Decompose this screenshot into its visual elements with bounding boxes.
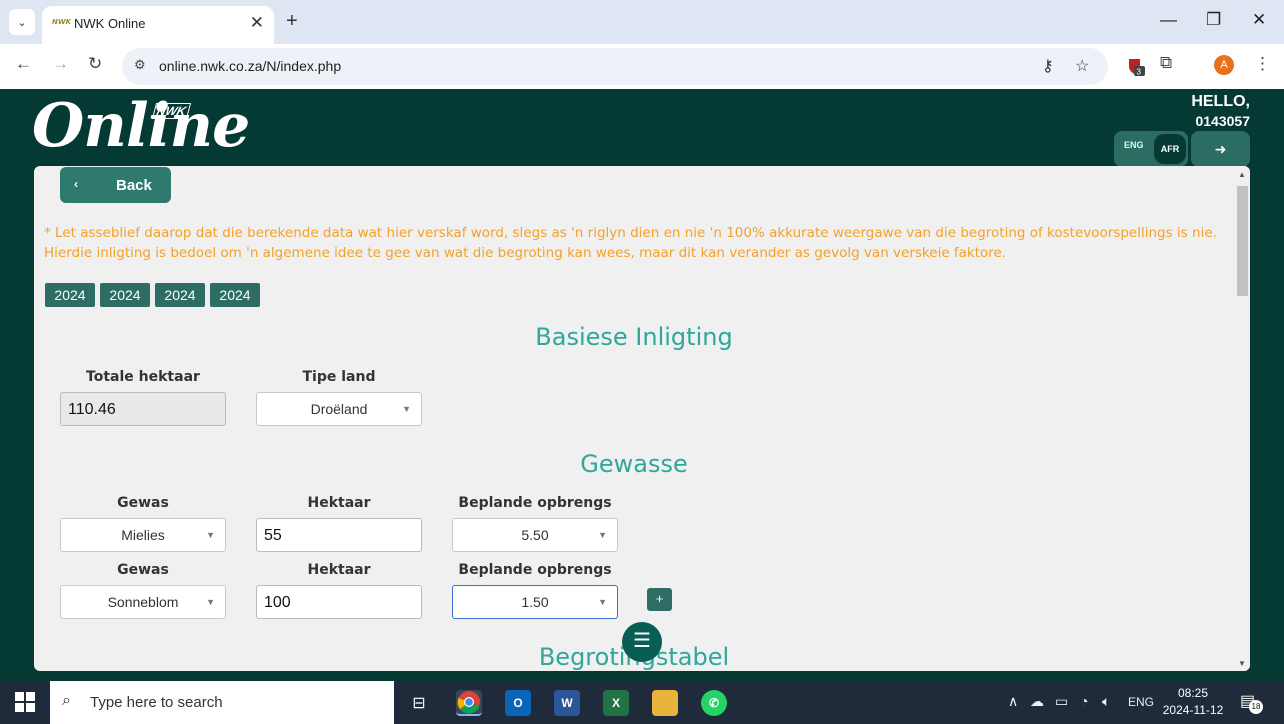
wifi-icon[interactable]: ◔ xyxy=(1080,693,1088,709)
browser-menu-icon[interactable]: ⋮ xyxy=(1254,54,1271,74)
browser-tab-bar: ⌄ NWK NWK Online ✕ + — ❐ ✕ xyxy=(0,0,1284,44)
year-buttons: 2024 2024 2024 2024 xyxy=(45,283,265,307)
browser-tab[interactable]: NWK NWK Online ✕ xyxy=(42,6,274,44)
chrome-icon[interactable] xyxy=(456,690,482,716)
caret-down-icon: ▼ xyxy=(598,597,607,607)
crop-select[interactable]: Mielies ▼ xyxy=(60,518,226,552)
close-window-icon[interactable]: ✕ xyxy=(1252,10,1266,30)
land-type-select[interactable]: Droëland ▼ xyxy=(256,392,422,426)
scroll-up-icon[interactable]: ▲ xyxy=(1238,170,1246,179)
reload-icon[interactable]: ↻ xyxy=(88,54,102,74)
menu-fab-button[interactable]: ☰ xyxy=(622,622,662,662)
restore-icon[interactable]: ❐ xyxy=(1206,10,1221,30)
notification-count: 18 xyxy=(1249,700,1263,714)
planned-yield-label: Beplande opbrengs xyxy=(458,495,612,511)
user-greeting: HELLO, 0143057 xyxy=(1191,93,1250,129)
windows-taskbar: ⌕ Type here to search ⊟ O W X ✆ ∧ ☁ ▭ ◔ … xyxy=(0,681,1284,724)
crop-label: Gewas xyxy=(117,562,169,578)
total-ha-field[interactable]: 110.46 xyxy=(60,392,226,426)
tab-search-button[interactable]: ⌄ xyxy=(9,9,35,35)
tray-overflow-icon[interactable]: ∧ xyxy=(1008,693,1018,710)
svg-text:3: 3 xyxy=(1137,68,1142,77)
chevron-left-icon: ‹ xyxy=(74,177,78,191)
hectare-input[interactable]: 100 xyxy=(256,585,422,619)
land-type-label: Tipe land xyxy=(302,369,376,385)
year-button[interactable]: 2024 xyxy=(100,283,150,307)
user-id: 0143057 xyxy=(1195,113,1250,129)
password-key-icon[interactable]: ⚷ xyxy=(1042,56,1054,76)
minimize-icon[interactable]: — xyxy=(1160,10,1177,30)
online-logo[interactable]: Online xyxy=(32,91,250,161)
disclaimer-text: * Let asseblief daarop dat die berekende… xyxy=(44,225,1217,261)
search-icon: ⌕ xyxy=(62,692,71,709)
extensions-puzzle-icon[interactable]: ⧉ xyxy=(1160,53,1172,73)
input-language[interactable]: ENG xyxy=(1128,695,1154,709)
excel-icon[interactable]: X xyxy=(603,690,629,716)
task-view-icon[interactable]: ⊟ xyxy=(406,690,432,716)
year-button[interactable]: 2024 xyxy=(45,283,95,307)
bookmark-star-icon[interactable]: ☆ xyxy=(1075,56,1089,76)
back-button[interactable]: ‹ Back xyxy=(60,167,171,203)
back-arrow-icon[interactable]: ← xyxy=(15,54,32,74)
tab-close-icon[interactable]: ✕ xyxy=(250,13,264,33)
planned-yield-select[interactable]: 5.50 ▼ xyxy=(452,518,618,552)
logout-button[interactable]: ➜ xyxy=(1191,131,1250,167)
logout-icon: ➜ xyxy=(1214,140,1227,157)
nwk-logo-badge: NWK xyxy=(151,103,191,119)
crop-label: Gewas xyxy=(117,495,169,511)
word-icon[interactable]: W xyxy=(554,690,580,716)
caret-down-icon: ▼ xyxy=(402,404,411,414)
nwk-favicon-icon: NWK xyxy=(52,18,72,26)
taskbar-clock[interactable]: 08:25 2024-11-12 xyxy=(1162,685,1224,719)
year-button[interactable]: 2024 xyxy=(210,283,260,307)
planned-yield-label: Beplande opbrengs xyxy=(458,562,612,578)
extension-shield-icon[interactable]: 3 xyxy=(1126,56,1146,77)
new-tab-icon[interactable]: + xyxy=(286,10,298,33)
volume-icon[interactable]: 🔈︎ xyxy=(1102,693,1110,710)
add-crop-button[interactable]: + xyxy=(647,588,672,611)
lang-afr-button[interactable]: AFR xyxy=(1154,134,1186,164)
total-ha-label: Totale hektaar xyxy=(86,369,200,385)
profile-avatar[interactable]: A xyxy=(1214,55,1234,75)
tab-title: NWK Online xyxy=(74,16,146,31)
caret-down-icon: ▼ xyxy=(206,530,215,540)
outlook-icon[interactable]: O xyxy=(505,690,531,716)
taskbar-search[interactable]: ⌕ Type here to search xyxy=(50,681,394,724)
browser-toolbar: ← → ↻ ⚙ online.nwk.co.za/N/index.php ⚷ ☆… xyxy=(0,44,1284,89)
planned-yield-select[interactable]: 1.50 ▼ xyxy=(452,585,618,619)
scroll-down-icon[interactable]: ▼ xyxy=(1238,659,1246,668)
crop-select[interactable]: Sonneblom ▼ xyxy=(60,585,226,619)
forward-arrow-icon[interactable]: → xyxy=(52,54,69,74)
scroll-thumb[interactable] xyxy=(1237,186,1248,296)
hectare-label: Hektaar xyxy=(307,495,371,511)
windows-start-icon[interactable] xyxy=(15,692,35,712)
url-text[interactable]: online.nwk.co.za/N/index.php xyxy=(159,58,341,74)
cloud-icon[interactable]: ☁ xyxy=(1030,693,1044,710)
address-bar[interactable]: ⚙ online.nwk.co.za/N/index.php ⚷ ☆ xyxy=(122,48,1108,85)
hamburger-icon: ☰ xyxy=(633,630,651,652)
notification-icon[interactable]: ▤ 18 xyxy=(1240,691,1263,714)
lang-eng-button[interactable]: ENG xyxy=(1124,140,1144,150)
language-toggle: ENG AFR xyxy=(1114,131,1188,167)
hectare-label: Hektaar xyxy=(307,562,371,578)
crops-heading: Gewasse xyxy=(580,450,688,478)
site-settings-icon[interactable]: ⚙ xyxy=(134,57,146,73)
whatsapp-icon[interactable]: ✆ xyxy=(701,690,727,716)
battery-icon[interactable]: ▭ xyxy=(1055,693,1068,710)
caret-down-icon: ▼ xyxy=(598,530,607,540)
basic-info-heading: Basiese Inligting xyxy=(535,323,733,351)
file-explorer-icon[interactable] xyxy=(652,690,678,716)
panel-scrollbar[interactable]: ▲ ▼ xyxy=(1234,166,1250,671)
year-button[interactable]: 2024 xyxy=(155,283,205,307)
hectare-input[interactable]: 55 xyxy=(256,518,422,552)
caret-down-icon: ▼ xyxy=(206,597,215,607)
main-panel: ‹ Back * Let asseblief daarop dat die be… xyxy=(34,166,1250,671)
